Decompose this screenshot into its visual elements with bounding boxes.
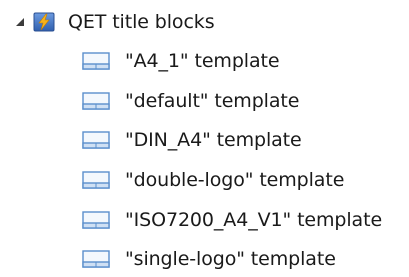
tree-item-qet-title-blocks[interactable]: QET title blocks	[14, 5, 215, 39]
tree-item-label: "ISO7200_A4_V1" template	[125, 208, 383, 231]
expanded-arrow-icon[interactable]	[14, 16, 26, 28]
tree-item-label: "double-logo" template	[125, 168, 345, 191]
tree-item-label: "A4_1" template	[125, 49, 280, 72]
tree-item-label: "DIN_A4" template	[125, 128, 302, 151]
titleblock-template-icon	[81, 248, 111, 270]
titleblock-template-icon	[81, 90, 111, 112]
tree-item-template[interactable]: "A4_1" template	[81, 44, 280, 78]
tree-item-label: "default" template	[125, 89, 300, 112]
tree-item-template[interactable]: "DIN_A4" template	[81, 123, 302, 157]
titleblock-template-icon	[81, 209, 111, 231]
tree-item-template[interactable]: "ISO7200_A4_V1" template	[81, 203, 382, 237]
titleblock-template-icon	[81, 50, 111, 72]
lightning-folder-icon	[33, 11, 55, 33]
titleblock-template-icon	[81, 169, 111, 191]
tree-item-template[interactable]: "default" template	[81, 84, 299, 118]
tree-item-template[interactable]: "single-logo" template	[81, 242, 336, 276]
titleblock-template-icon	[81, 129, 111, 151]
titleblock-tree: QET title blocks "A4_1" template "defaul…	[0, 0, 409, 277]
tree-item-label: QET title blocks	[68, 11, 215, 33]
tree-item-label: "single-logo" template	[125, 247, 336, 270]
tree-item-template[interactable]: "double-logo" template	[81, 163, 344, 197]
